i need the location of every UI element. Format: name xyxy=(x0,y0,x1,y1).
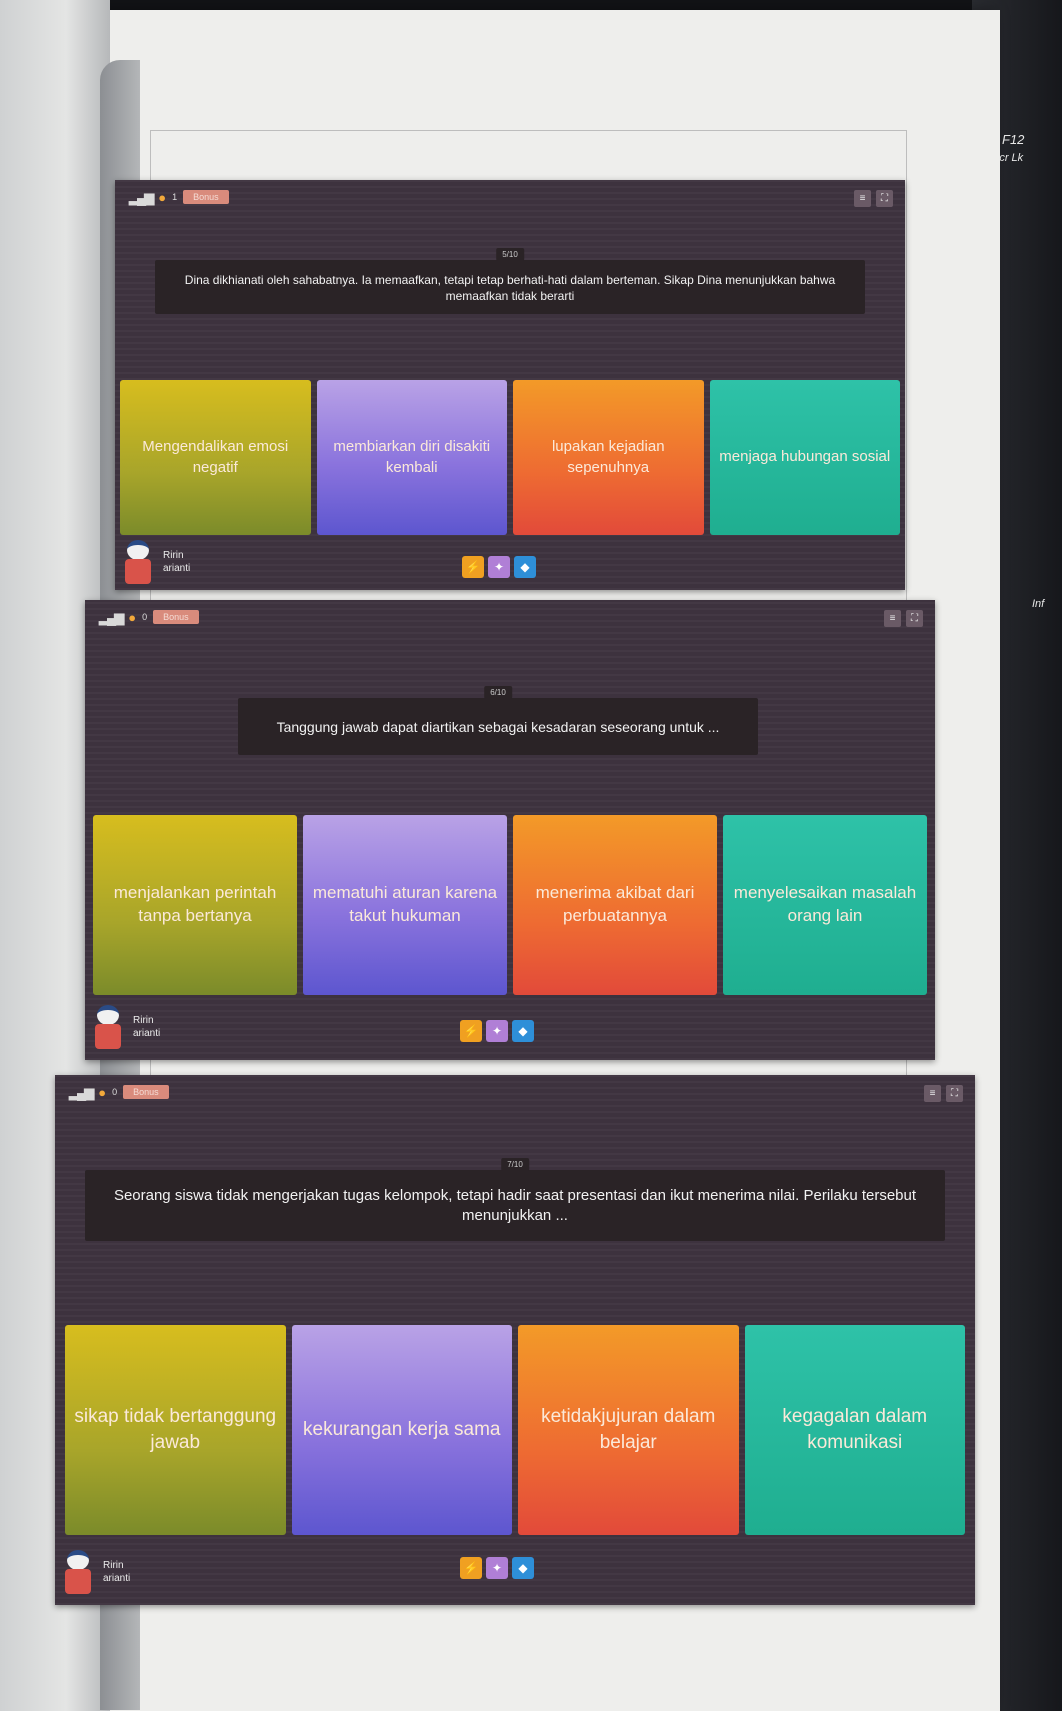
shield-powerup-icon[interactable]: ◆ xyxy=(512,1557,534,1579)
quiz-screenshot-3: ▂▄▆ ● 0 Bonus ≡ ⛶ 7/10 Seorang siswa tid… xyxy=(55,1075,975,1605)
answer-option-3[interactable]: lupakan kejadian sepenuhnya xyxy=(513,380,704,535)
player-info: Ririn arianti xyxy=(121,540,190,584)
question-box: 5/10 Dina dikhianati oleh sahabatnya. Ia… xyxy=(155,248,865,315)
player-info: Ririn arianti xyxy=(61,1550,130,1594)
toolbar: ▂▄▆ ● 1 Bonus xyxy=(129,190,229,204)
key-f12: F12 xyxy=(1002,132,1025,147)
window-buttons: ≡ ⛶ xyxy=(854,190,893,207)
answer-option-3[interactable]: ketidakjujuran dalam belajar xyxy=(518,1325,739,1535)
question-number: 5/10 xyxy=(496,248,524,261)
signal-bars-icon: ▂▄▆ xyxy=(69,1084,94,1100)
flame-icon: ● xyxy=(158,189,167,205)
streak-count: 0 xyxy=(142,612,148,622)
avatar-icon xyxy=(61,1550,95,1594)
signal-bars-icon: ▂▄▆ xyxy=(99,609,124,625)
question-box: 6/10 Tanggung jawab dapat diartikan seba… xyxy=(238,686,758,755)
powerups: ⚡ ✦ ◆ xyxy=(460,1557,534,1579)
answer-option-4[interactable]: kegagalan dalam komunikasi xyxy=(744,1325,965,1535)
flame-icon: ● xyxy=(98,1084,107,1100)
answer-option-4[interactable]: menyelesaikan masalah orang lain xyxy=(723,815,927,995)
streak-count: 0 xyxy=(112,1087,118,1097)
fullscreen-icon[interactable]: ⛶ xyxy=(906,610,923,627)
lightning-powerup-icon[interactable]: ⚡ xyxy=(462,556,484,578)
question-number: 6/10 xyxy=(484,686,512,699)
question-text: Seorang siswa tidak mengerjakan tugas ke… xyxy=(113,1187,917,1225)
answer-options: sikap tidak bertanggung jawab kekurangan… xyxy=(65,1325,965,1535)
bonus-button[interactable]: Bonus xyxy=(183,190,229,204)
lightning-powerup-icon[interactable]: ⚡ xyxy=(460,1020,482,1042)
lightning-powerup-icon[interactable]: ⚡ xyxy=(460,1557,482,1579)
fullscreen-icon[interactable]: ⛶ xyxy=(946,1085,963,1102)
bonus-button[interactable]: Bonus xyxy=(123,1085,169,1099)
window-buttons: ≡ ⛶ xyxy=(924,1085,963,1102)
player-info: Ririn arianti xyxy=(91,1005,160,1049)
avatar-icon xyxy=(91,1005,125,1049)
menu-icon[interactable]: ≡ xyxy=(854,190,871,207)
key-ins: Inf xyxy=(1032,598,1045,610)
powerups: ⚡ ✦ ◆ xyxy=(462,556,536,578)
player-last-name: arianti xyxy=(103,1573,131,1584)
double-points-powerup-icon[interactable]: ✦ xyxy=(488,556,510,578)
question-text: Dina dikhianati oleh sahabatnya. Ia mema… xyxy=(184,273,836,304)
menu-icon[interactable]: ≡ xyxy=(884,610,901,627)
flame-icon: ● xyxy=(128,609,137,625)
question-text: Tanggung jawab dapat diartikan sebagai k… xyxy=(276,719,720,735)
fullscreen-icon[interactable]: ⛶ xyxy=(876,190,893,207)
answer-options: menjalankan perintah tanpa bertanya mema… xyxy=(93,815,927,995)
player-name: Ririn arianti xyxy=(133,1014,160,1040)
answer-option-2[interactable]: mematuhi aturan karena takut hukuman xyxy=(303,815,507,995)
powerups: ⚡ ✦ ◆ xyxy=(460,1020,534,1042)
player-name: Ririn arianti xyxy=(163,549,190,575)
answer-option-1[interactable]: menjalankan perintah tanpa bertanya xyxy=(93,815,297,995)
shield-powerup-icon[interactable]: ◆ xyxy=(514,556,536,578)
player-first-name: Ririn xyxy=(103,1560,124,1571)
quiz-screenshot-2: ▂▄▆ ● 0 Bonus ≡ ⛶ 6/10 Tanggung jawab da… xyxy=(85,600,935,1060)
answer-option-1[interactable]: Mengendalikan emosi negatif xyxy=(120,380,311,535)
bonus-button[interactable]: Bonus xyxy=(153,610,199,624)
menu-icon[interactable]: ≡ xyxy=(924,1085,941,1102)
double-points-powerup-icon[interactable]: ✦ xyxy=(486,1020,508,1042)
question-number: 7/10 xyxy=(501,1158,529,1171)
player-name: Ririn arianti xyxy=(103,1559,130,1585)
answer-option-2[interactable]: membiarkan diri disakiti kembali xyxy=(316,380,507,535)
answer-option-4[interactable]: menjaga hubungan sosial xyxy=(709,380,900,535)
double-points-powerup-icon[interactable]: ✦ xyxy=(486,1557,508,1579)
answer-option-2[interactable]: kekurangan kerja sama xyxy=(291,1325,512,1535)
avatar-icon xyxy=(121,540,155,584)
answer-options: Mengendalikan emosi negatif membiarkan d… xyxy=(120,380,900,535)
player-last-name: arianti xyxy=(133,1028,161,1039)
toolbar: ▂▄▆ ● 0 Bonus xyxy=(69,1085,169,1099)
player-first-name: Ririn xyxy=(163,550,184,561)
toolbar: ▂▄▆ ● 0 Bonus xyxy=(99,610,199,624)
signal-bars-icon: ▂▄▆ xyxy=(129,189,154,205)
answer-option-1[interactable]: sikap tidak bertanggung jawab xyxy=(65,1325,286,1535)
window-buttons: ≡ ⛶ xyxy=(884,610,923,627)
shield-powerup-icon[interactable]: ◆ xyxy=(512,1020,534,1042)
player-last-name: arianti xyxy=(163,563,191,574)
question-box: 7/10 Seorang siswa tidak mengerjakan tug… xyxy=(85,1158,945,1241)
answer-option-3[interactable]: menerima akibat dari perbuatannya xyxy=(513,815,717,995)
player-first-name: Ririn xyxy=(133,1015,154,1026)
streak-count: 1 xyxy=(172,192,178,202)
quiz-screenshot-1: ▂▄▆ ● 1 Bonus ≡ ⛶ 5/10 Dina dikhianati o… xyxy=(115,180,905,590)
